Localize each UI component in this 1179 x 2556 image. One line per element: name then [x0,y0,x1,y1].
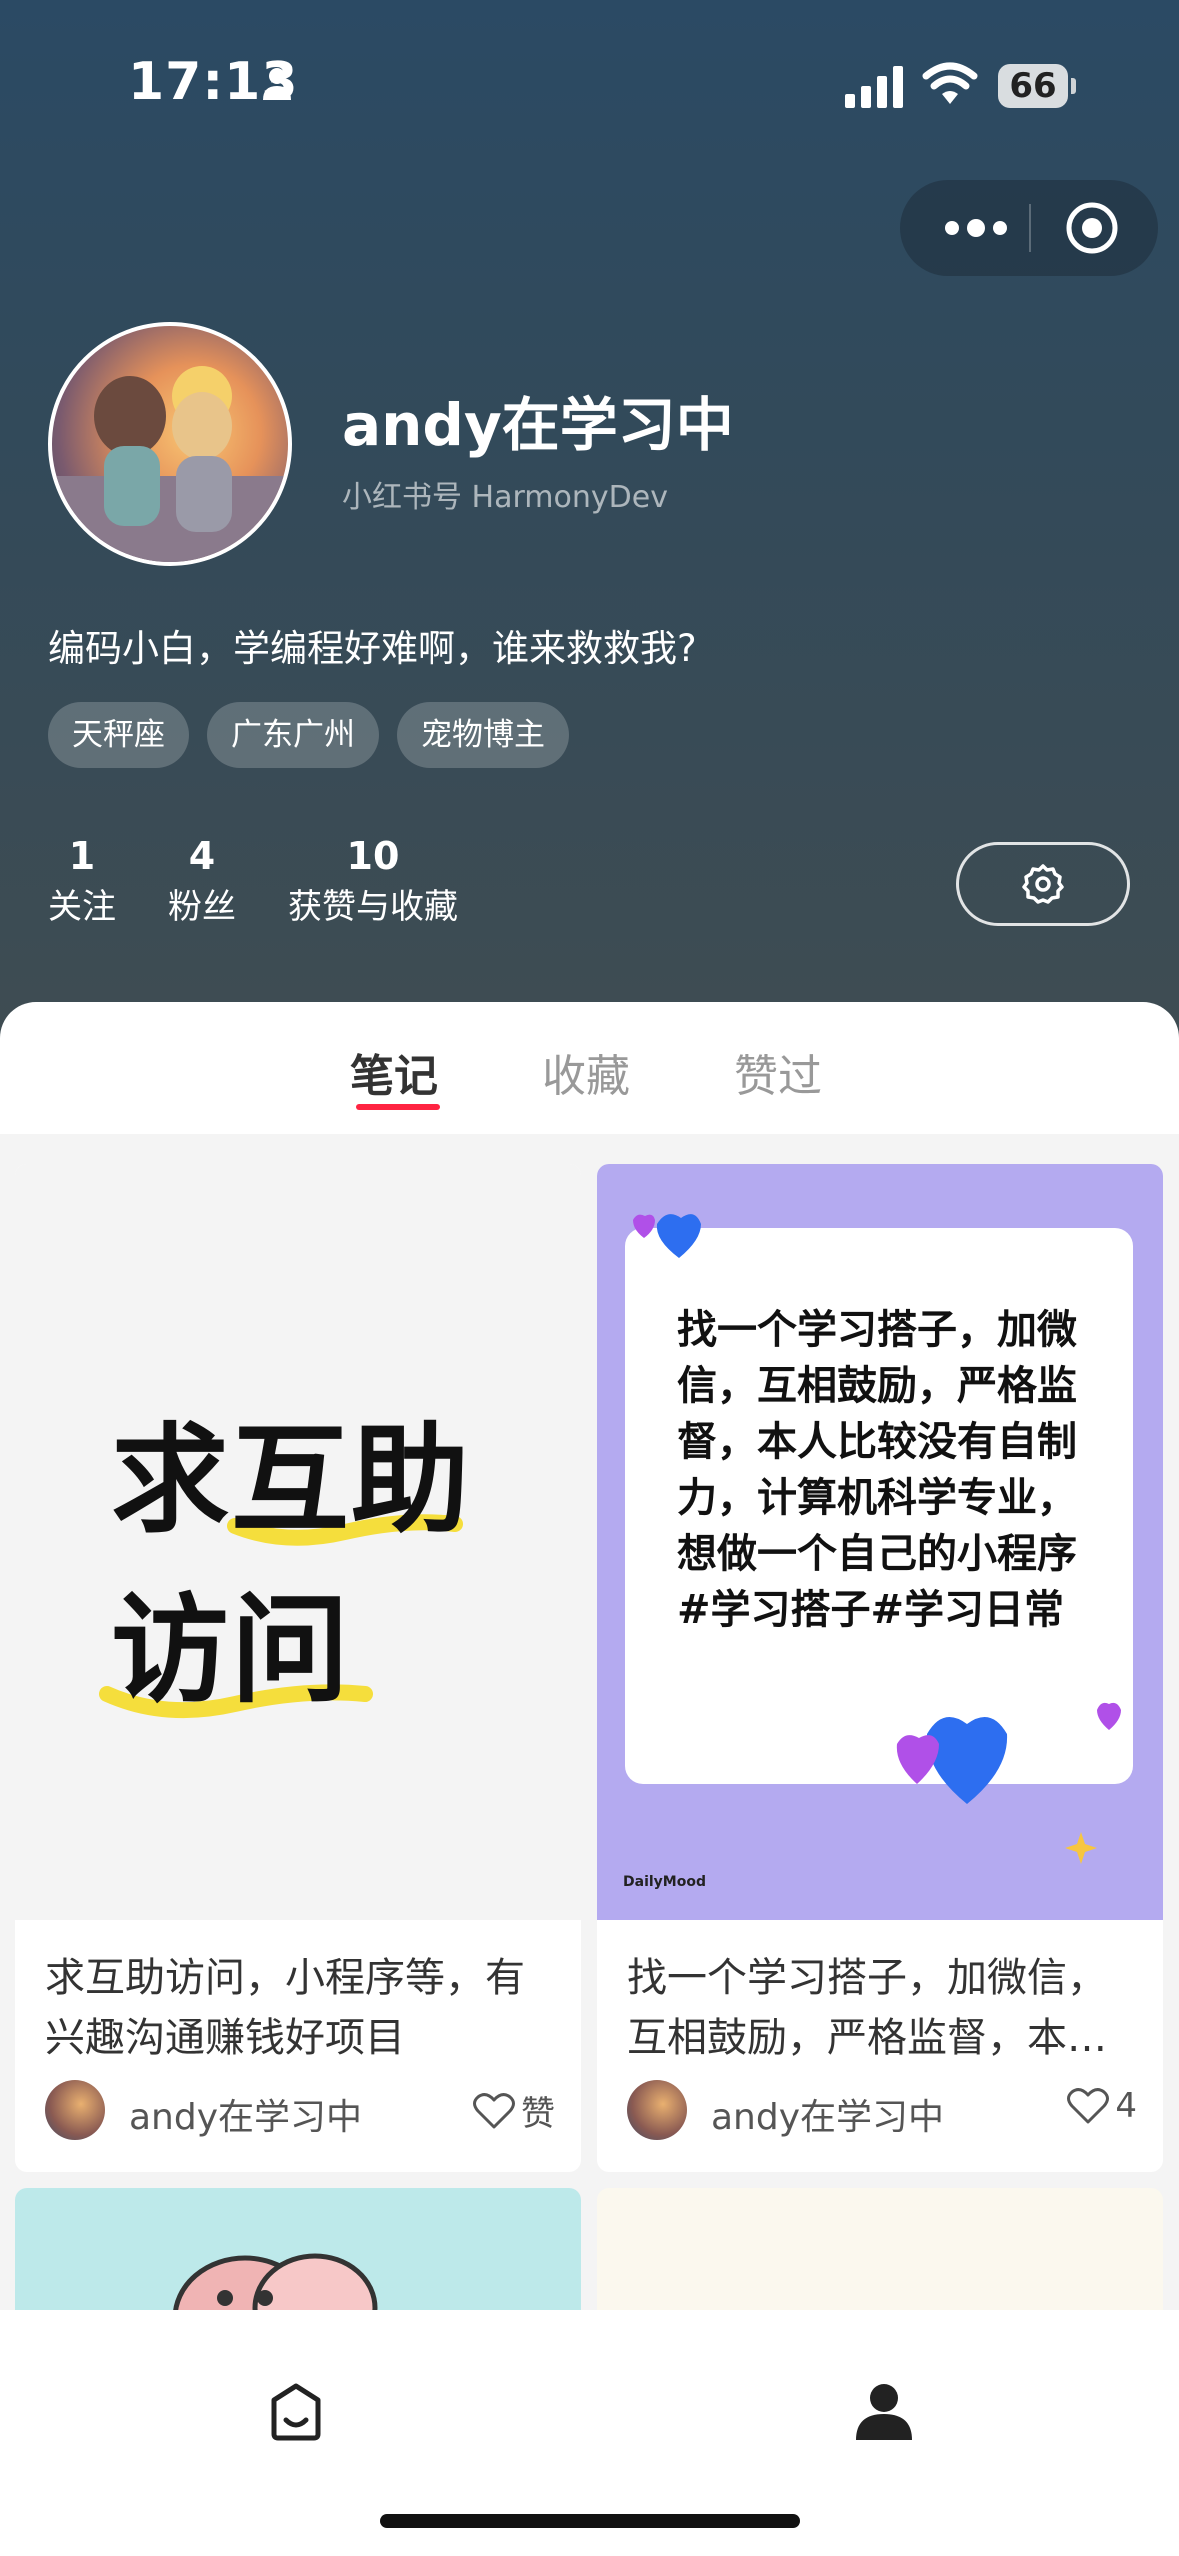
content-tabs: 笔记 收藏 赞过 [0,1002,1179,1134]
note-cover: 找一个学习搭子，加微信，互相鼓励，严格监督，本人比较没有自制力，计算机科学专业，… [597,1164,1163,1920]
author-avatar [627,2080,687,2140]
like-count: 赞 [521,2094,555,2134]
home-icon[interactable] [266,2380,326,2444]
wifi-icon [922,62,978,104]
note-footer: andy在学习中 赞 [45,2078,555,2142]
like-button[interactable]: 赞 [473,2086,555,2135]
status-bar: 17:13 66 [0,0,1179,170]
profile-bio: 编码小白，学编程好难啊，谁来救救我? [48,627,697,670]
note-footer: andy在学习中 4 [627,2078,1137,2142]
tab-liked[interactable]: 赞过 [734,1040,822,1104]
person-icon [263,68,291,100]
stat-likes[interactable]: 10 获赞与收藏 [288,830,458,932]
brand-label: DailyMood [623,1874,706,1890]
heart-icon [473,2092,515,2128]
close-miniprogram-icon[interactable] [1062,200,1122,256]
stat-number: 1 [68,834,96,878]
note-title: 找一个学习搭子，加微信，互相鼓励，严格监督，本人比较没有自制力 [627,1955,1107,2061]
battery-level: 66 [1009,66,1057,106]
stat-label: 关注 [48,887,116,927]
note-card[interactable]: 找一个学习搭子，加微信，互相鼓励，严格监督，本人比较没有自制力，计算机科学专业，… [597,1164,1163,2172]
miniprogram-capsule [900,180,1158,276]
heart-emoji-decor [633,1214,1121,1864]
signal-icon [845,66,903,108]
cover-text-line: 求互助 [111,1411,472,1549]
like-count: 4 [1115,2086,1137,2126]
author-name: andy在学习中 [711,2097,945,2138]
tab-notes[interactable]: 笔记 [350,1040,438,1104]
stat-number: 4 [188,834,216,878]
profile-name: andy在学习中 [342,391,734,459]
profile-id: 小红书号 HarmonyDev [342,480,668,515]
more-icon[interactable] [936,200,1016,256]
profile-stats: 1 关注 4 粉丝 10 获赞与收藏 [48,830,510,932]
profile-icon[interactable] [854,2380,914,2444]
tag-item[interactable]: 宠物博主 [397,702,569,768]
stat-label: 获赞与收藏 [288,887,458,927]
avatar[interactable] [48,322,292,566]
author-name: andy在学习中 [129,2097,363,2138]
heart-icon [1067,2088,1110,2124]
tag-item[interactable]: 广东广州 [207,702,379,768]
note-title: 求互助访问，小程序等，有兴趣沟通赚钱好项目 [45,1955,525,2061]
note-cover: 求互助 访问 [15,1164,581,1920]
battery-indicator: 66 [998,64,1076,108]
home-indicator [380,2514,800,2528]
tag-item[interactable]: 天秤座 [48,702,189,768]
profile-header: 17:13 66 andy在学习中 小红书号 HarmonyDev 编码小白，学… [0,0,1179,1060]
gear-icon [1022,864,1064,904]
like-button[interactable]: 4 [1067,2086,1137,2126]
author-avatar [45,2080,105,2140]
profile-tags: 天秤座 广东广州 宠物博主 [48,702,569,768]
stat-following[interactable]: 1 关注 [48,830,116,932]
tab-collections[interactable]: 收藏 [542,1040,630,1104]
cover-text-line: 访问 [111,1581,352,1719]
stat-number: 10 [346,834,400,878]
stat-label: 粉丝 [168,887,236,927]
settings-button[interactable] [956,842,1130,926]
stat-followers[interactable]: 4 粉丝 [168,830,236,932]
note-card[interactable]: 求互助 访问 求互助访问，小程序等，有兴趣沟通赚钱好项目 andy在学习中 赞 [15,1164,581,2172]
active-tab-indicator [356,1104,440,1110]
